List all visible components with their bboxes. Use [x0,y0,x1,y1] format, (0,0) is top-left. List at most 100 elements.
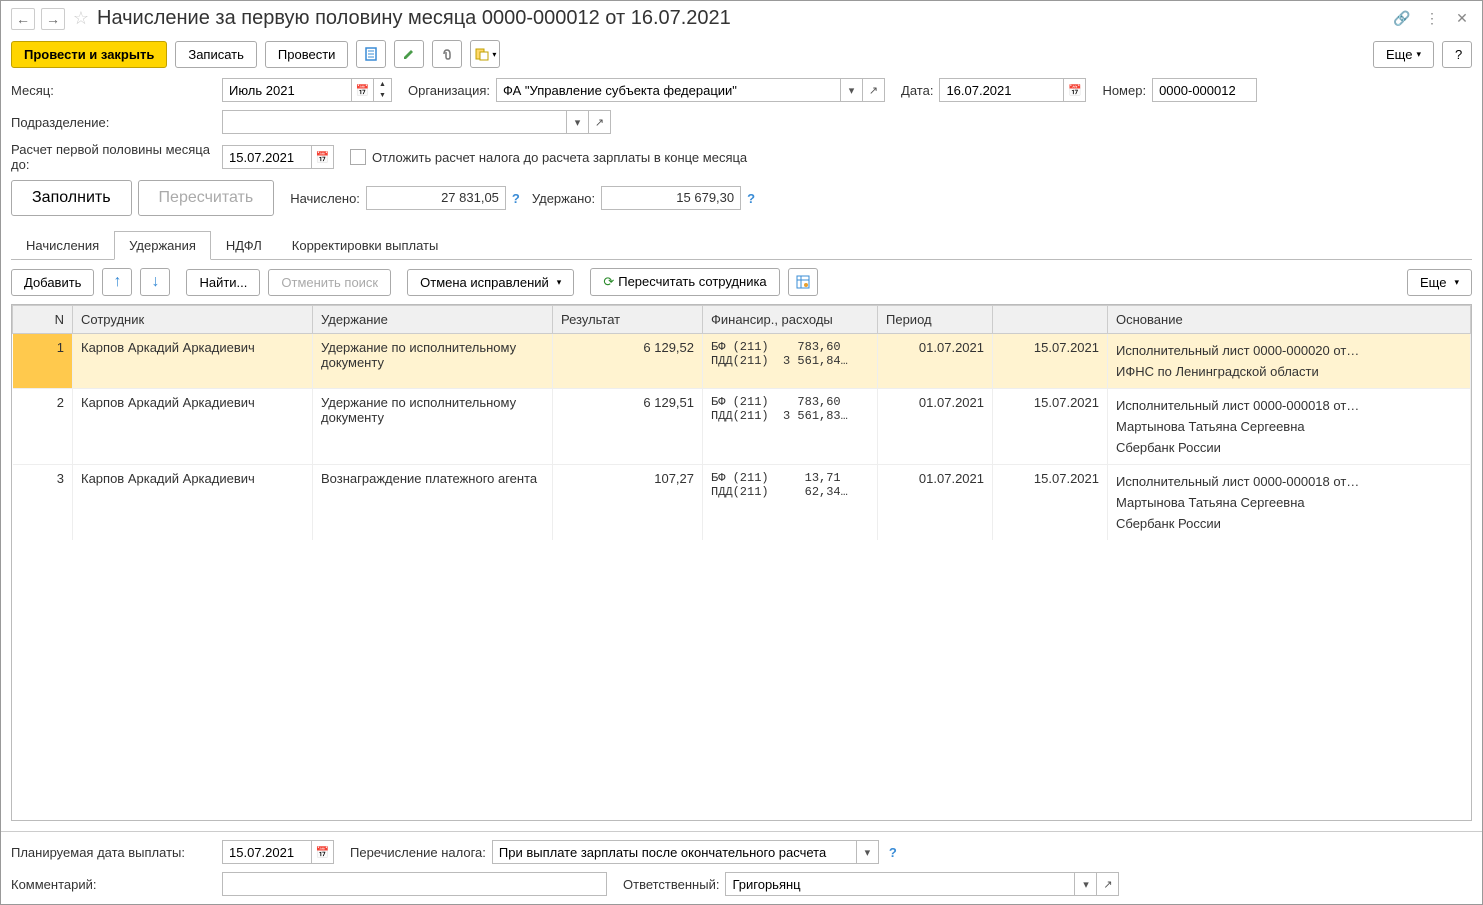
tab-ndfl[interactable]: НДФЛ [211,231,277,260]
postpone-checkbox[interactable] [350,149,366,165]
edit-icon-button[interactable] [394,40,424,68]
org-open-icon[interactable]: ↗ [863,78,885,102]
table-row[interactable]: 2 Карпов Аркадий Аркадиевич Удержание по… [13,389,1471,465]
resp-dropdown-icon[interactable]: ▾ [1075,872,1097,896]
withholdings-table: N Сотрудник Удержание Результат Финансир… [11,304,1472,821]
tax-transfer-label: Перечисление налога: [350,845,486,860]
main-toolbar: Провести и закрыть Записать Провести ▾ Е… [1,36,1482,72]
tab-withholdings[interactable]: Удержания [114,231,211,260]
cell-basis: Исполнительный лист 0000-000018 от… Март… [1108,465,1471,541]
create-based-icon-button[interactable]: ▾ [470,40,500,68]
number-input[interactable] [1152,78,1257,102]
th-employee[interactable]: Сотрудник [73,306,313,334]
back-button[interactable]: ← [11,8,35,30]
cell-employee: Карпов Аркадий Аркадиевич [73,334,313,389]
add-button[interactable]: Добавить [11,269,94,296]
cell-period-start: 01.07.2021 [878,334,993,389]
cancel-fixes-button[interactable]: Отмена исправлений▾ [407,269,574,296]
star-icon[interactable]: ☆ [71,9,91,29]
planned-calendar-icon[interactable]: 📅 [312,840,334,864]
withheld-label: Удержано: [532,191,595,206]
table-row[interactable]: 3 Карпов Аркадий Аркадиевич Вознагражден… [13,465,1471,541]
comment-input[interactable] [222,872,607,896]
responsible-label: Ответственный: [623,877,719,892]
cell-deduction: Удержание по исполнительному документу [313,389,553,465]
forward-button[interactable]: → [41,8,65,30]
cell-result: 6 129,52 [553,334,703,389]
recalc-button[interactable]: Пересчитать [138,180,275,216]
bottom-area: Планируемая дата выплаты: 📅 Перечисление… [1,831,1482,904]
attach-icon-button[interactable] [432,40,462,68]
tax-dropdown-icon[interactable]: ▾ [857,840,879,864]
cancel-search-button[interactable]: Отменить поиск [268,269,391,296]
month-input[interactable] [222,78,352,102]
sub-more-button[interactable]: Еще▾ [1407,269,1472,296]
help-button[interactable]: ? [1442,41,1472,68]
cell-basis: Исполнительный лист 0000-000018 от… Март… [1108,389,1471,465]
cell-period-end: 15.07.2021 [993,334,1108,389]
accrued-help-icon[interactable]: ? [512,191,520,206]
cell-n: 3 [13,465,73,541]
dept-label: Подразделение: [11,115,216,130]
cell-deduction: Удержание по исполнительному документу [313,334,553,389]
resp-open-icon[interactable]: ↗ [1097,872,1119,896]
move-down-button[interactable]: ↓ [140,268,170,296]
tab-corrections[interactable]: Корректировки выплаты [277,231,454,260]
cell-result: 6 129,51 [553,389,703,465]
th-deduction[interactable]: Удержание [313,306,553,334]
th-financing[interactable]: Финансир., расходы [703,306,878,334]
calendar-icon[interactable]: 📅 [352,78,374,102]
withheld-help-icon[interactable]: ? [747,191,755,206]
page-title: Начисление за первую половину месяца 000… [97,7,1386,30]
tax-help-icon[interactable]: ? [889,845,897,860]
withheld-value: 15 679,30 [601,186,741,210]
calc-until-input[interactable] [222,145,312,169]
cell-period-end: 15.07.2021 [993,465,1108,541]
cell-deduction: Вознаграждение платежного агента [313,465,553,541]
table-settings-button[interactable] [788,268,818,296]
submit-close-button[interactable]: Провести и закрыть [11,41,167,68]
th-period[interactable]: Период [878,306,993,334]
refresh-icon: ⟳ [603,274,614,289]
tab-accruals[interactable]: Начисления [11,231,114,260]
month-down-icon[interactable]: ▼ [374,90,391,101]
date-calendar-icon[interactable]: 📅 [1064,78,1086,102]
month-up-icon[interactable]: ▲ [374,79,391,90]
calc-until-label: Расчет первой половины месяца до: [11,142,216,172]
dept-open-icon[interactable]: ↗ [589,110,611,134]
number-label: Номер: [1102,83,1146,98]
table-row[interactable]: 1 Карпов Аркадий Аркадиевич Удержание по… [13,334,1471,389]
cell-employee: Карпов Аркадий Аркадиевич [73,465,313,541]
planned-date-input[interactable] [222,840,312,864]
th-basis[interactable]: Основание [1108,306,1471,334]
dept-dropdown-icon[interactable]: ▾ [567,110,589,134]
date-input[interactable] [939,78,1064,102]
report-icon-button[interactable] [356,40,386,68]
calc-calendar-icon[interactable]: 📅 [312,145,334,169]
th-n[interactable]: N [13,306,73,334]
cell-result: 107,27 [553,465,703,541]
accrued-value: 27 831,05 [366,186,506,210]
date-label: Дата: [901,83,933,98]
planned-date-label: Планируемая дата выплаты: [11,845,216,860]
dept-input[interactable] [222,110,567,134]
responsible-input[interactable] [725,872,1075,896]
save-button[interactable]: Записать [175,41,257,68]
tax-transfer-input[interactable] [492,840,857,864]
move-up-button[interactable]: ↑ [102,268,132,296]
th-period2[interactable] [993,306,1108,334]
org-dropdown-icon[interactable]: ▾ [841,78,863,102]
find-button[interactable]: Найти... [186,269,260,296]
titlebar: ← → ☆ Начисление за первую половину меся… [1,1,1482,36]
sub-toolbar: Добавить ↑ ↓ Найти... Отменить поиск Отм… [1,260,1482,304]
more-button[interactable]: Еще▾ [1373,41,1434,68]
org-input[interactable] [496,78,841,102]
close-icon[interactable]: ✕ [1452,9,1472,29]
fill-button[interactable]: Заполнить [11,180,132,216]
kebab-menu-icon[interactable]: ⋮ [1422,9,1442,29]
link-icon[interactable]: 🔗 [1392,9,1412,29]
submit-button[interactable]: Провести [265,41,349,68]
recalc-employee-button[interactable]: ⟳Пересчитать сотрудника [590,268,779,296]
tabs: Начисления Удержания НДФЛ Корректировки … [11,230,1472,260]
th-result[interactable]: Результат [553,306,703,334]
